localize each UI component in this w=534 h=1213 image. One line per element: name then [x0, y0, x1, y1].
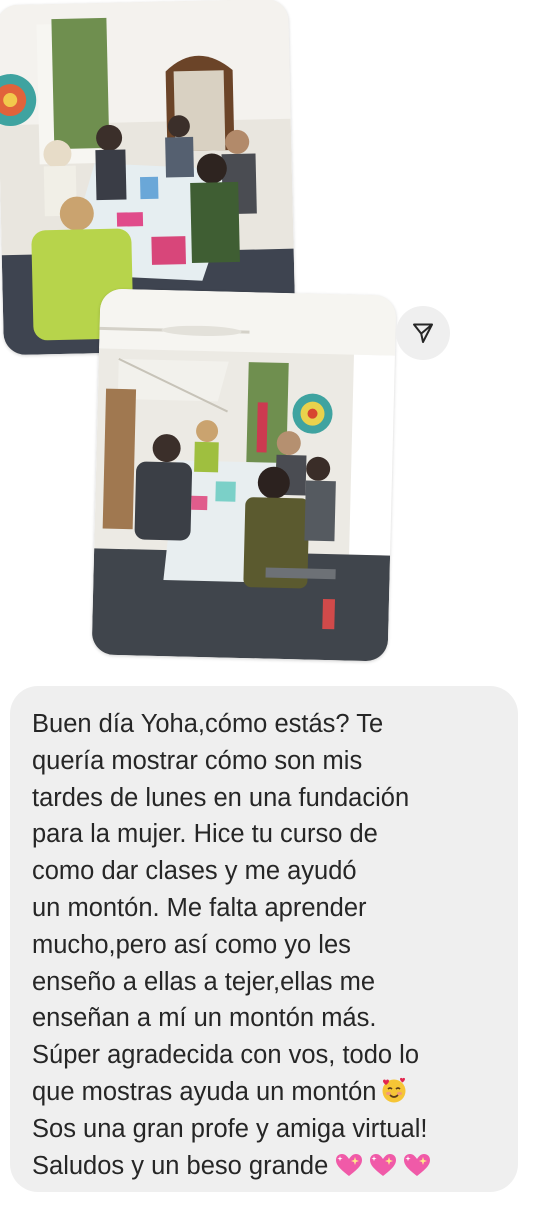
sparkling-heart-icon — [336, 1153, 363, 1176]
message-line: Súper agradecida con vos, todo lo — [32, 1041, 420, 1070]
share-button[interactable] — [396, 306, 450, 360]
message-line: como dar clases y me ayudó — [32, 857, 357, 886]
send-arrow-icon — [413, 323, 433, 343]
message-line: quería mostrar cómo son mis — [32, 746, 363, 775]
message-line: para la mujer. Hice tu curso de — [32, 820, 378, 849]
message-line: enseñan a mí un montón más. — [32, 1004, 377, 1033]
message-line: mucho,pero así como yo les — [32, 930, 351, 959]
sparkling-heart-icon — [370, 1153, 397, 1176]
smiling-face-with-hearts-icon — [380, 1076, 408, 1104]
message-text: Buen día Yoha,cómo estás? Te quería most… — [32, 706, 506, 1184]
photo-2-image — [91, 288, 397, 662]
sparkling-hearts — [332, 1151, 434, 1179]
message-line: un montón. Me falta aprender — [32, 893, 367, 922]
message-line: Sos una gran profe y amiga virtual! — [32, 1114, 428, 1143]
message-line: Saludos y un beso grande — [32, 1151, 329, 1180]
message-bubble[interactable]: Buen día Yoha,cómo estás? Te quería most… — [10, 686, 518, 1192]
shared-photo-2[interactable] — [91, 288, 397, 662]
sparkling-heart-icon — [404, 1153, 431, 1176]
message-line: tardes de lunes en una fundación — [32, 783, 410, 812]
message-line: Buen día Yoha,cómo estás? Te — [32, 710, 384, 738]
message-line: enseño a ellas a tejer,ellas me — [32, 967, 376, 996]
message-line: que mostras ayuda un montón — [32, 1077, 377, 1106]
